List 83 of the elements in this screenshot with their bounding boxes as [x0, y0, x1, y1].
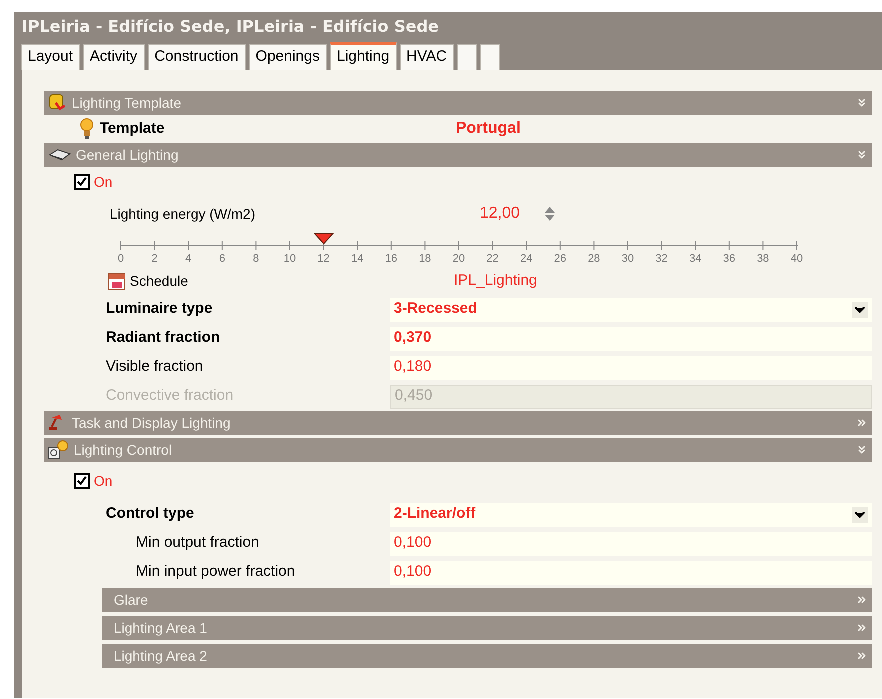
light-fixture-icon: [48, 148, 72, 162]
section-title: General Lighting: [76, 146, 179, 165]
tick-label: 40: [790, 252, 804, 267]
section-title: Lighting Area 2: [114, 646, 208, 666]
input-field[interactable]: 0,100: [390, 532, 872, 556]
dropdown-field[interactable]: 3-Recessed: [390, 298, 872, 322]
tick-label: 0: [116, 252, 126, 267]
tick-label: 38: [756, 252, 770, 267]
section-header[interactable]: Lighting Template: [44, 91, 872, 115]
input-field[interactable]: 0,370: [390, 326, 872, 350]
tick-label: 16: [384, 252, 399, 267]
sensor-bulb-icon: [48, 440, 70, 460]
section-header[interactable]: Lighting Control: [44, 438, 872, 462]
tab[interactable]: Activity: [83, 44, 145, 70]
chevrons-down-icon: [856, 444, 868, 456]
tick-label: 8: [252, 252, 260, 267]
chevrons-down-icon: [856, 149, 868, 161]
section-title: Glare: [114, 590, 148, 610]
field-label: Radiant fraction: [105, 328, 222, 348]
tab[interactable]: Layout: [21, 44, 80, 70]
tick-label: 22: [486, 252, 500, 267]
on-label: On: [94, 172, 113, 192]
tick-label: 30: [620, 252, 636, 267]
tab[interactable]: Lighting: [330, 42, 397, 70]
tick-label: 32: [654, 252, 669, 267]
tick-label: 4: [184, 252, 193, 267]
tick-label: 24: [519, 252, 534, 267]
section-title: Lighting Control: [74, 440, 172, 460]
field-label: Visible fraction: [105, 357, 204, 378]
energy-value: 12,00: [480, 204, 522, 224]
field-label: Luminaire type: [105, 299, 214, 320]
field-label: Min input power fraction: [135, 562, 296, 582]
tick-label: 20: [452, 252, 466, 267]
chevrons-right-icon: [856, 650, 868, 662]
tick-label: 34: [688, 252, 703, 267]
chevrons-right-icon: [856, 594, 868, 606]
tick-label: 18: [418, 252, 432, 267]
tick-label: 28: [587, 252, 602, 267]
input-field[interactable]: 0,180: [390, 356, 872, 380]
chevrons-right-icon: [856, 622, 868, 634]
tick-label: 10: [282, 252, 298, 267]
field-label: Min output fraction: [135, 533, 260, 554]
field-label: Control type: [105, 504, 196, 524]
tab[interactable]: HVAC: [400, 44, 454, 70]
tick-label: 14: [350, 252, 365, 267]
tab[interactable]: Openings: [248, 44, 327, 70]
schedule-label: Schedule: [130, 272, 190, 290]
chevrons-right-icon: [856, 417, 868, 429]
section-title: Task and Display Lighting: [72, 414, 231, 433]
slider-thumb[interactable]: [314, 233, 334, 245]
on-label: On: [94, 472, 113, 490]
tick-label: 12: [316, 252, 331, 267]
template-value: Portugal: [456, 119, 521, 139]
on-checkbox[interactable]: [74, 473, 90, 489]
section-header[interactable]: Task and Display Lighting: [44, 411, 872, 435]
tab[interactable]: Construction: [148, 44, 246, 70]
spinner-icon[interactable]: [544, 206, 556, 222]
tick-label: 26: [553, 252, 568, 267]
tab[interactable]: [480, 44, 500, 70]
section-header[interactable]: Lighting Area 2: [102, 644, 872, 668]
dropdown-field[interactable]: 2-Linear/off: [390, 502, 872, 526]
section-header[interactable]: Lighting Area 1: [102, 616, 872, 640]
tab[interactable]: [457, 44, 478, 70]
section-header[interactable]: Glare: [102, 588, 872, 612]
template-icon: [48, 93, 68, 113]
calendar-icon: [108, 271, 126, 291]
chevrons-down-icon: [856, 97, 868, 109]
input-field[interactable]: 0,100: [390, 560, 872, 584]
energy-label: Lighting energy (W/m2): [109, 204, 257, 224]
window-title: IPLeiria - Edifício Sede, IPLeiria - Edifício Sede: [21, 16, 440, 38]
section-header[interactable]: General Lighting: [44, 143, 872, 167]
lightbulb-icon: [80, 118, 94, 140]
field-label: Convective fraction: [105, 386, 235, 406]
check-icon: [77, 177, 87, 187]
template-label: Template: [100, 118, 166, 139]
tick-label: 36: [722, 252, 737, 267]
check-icon: [77, 476, 87, 486]
on-checkbox[interactable]: [74, 174, 90, 190]
section-title: Lighting Area 1: [114, 618, 208, 638]
tick-label: 6: [218, 252, 226, 267]
schedule-link[interactable]: IPL_Lighting: [454, 270, 538, 292]
section-title: Lighting Template: [72, 94, 182, 113]
tick-label: 2: [150, 252, 159, 267]
